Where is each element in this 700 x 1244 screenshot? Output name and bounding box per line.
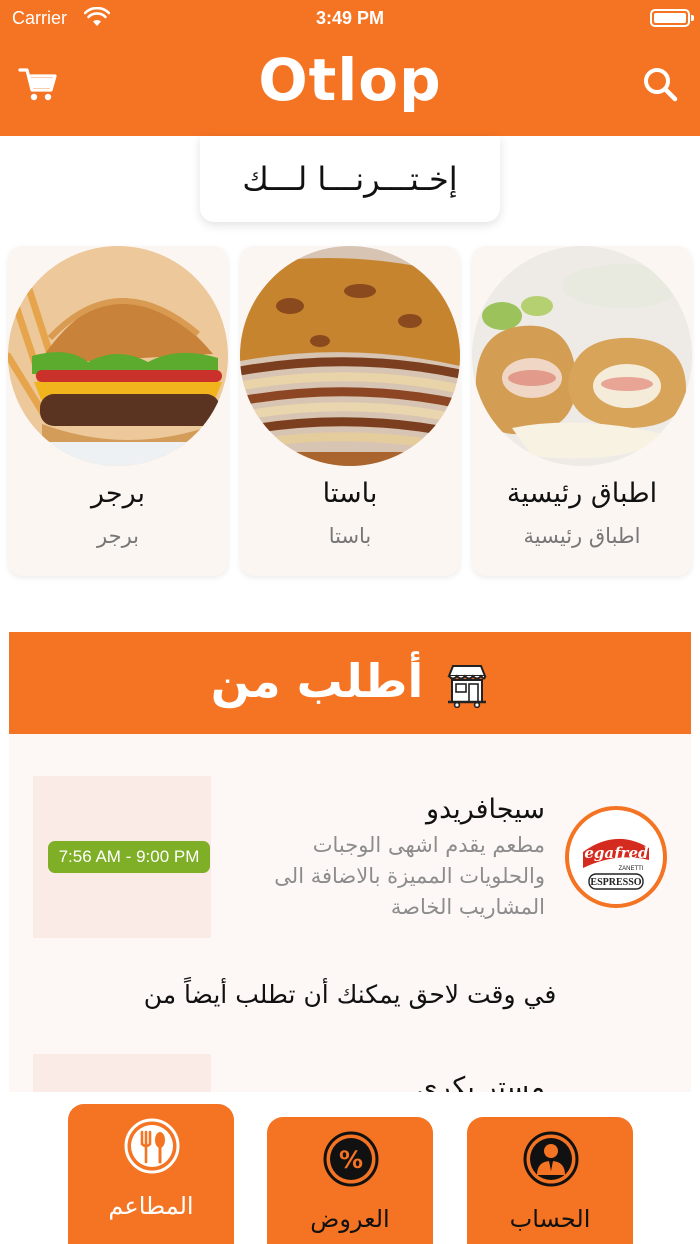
- category-subtitle: باستا: [328, 524, 372, 548]
- order-from-label: أطلب من: [210, 654, 424, 708]
- category-card-main-dishes[interactable]: اطباق رئيسية اطباق رئيسية: [472, 246, 692, 576]
- app-logo: Otlop: [258, 46, 442, 114]
- category-title: باستا: [322, 478, 378, 509]
- picked-for-you-heading: إخـتـــرنـــا لـــك: [200, 136, 500, 222]
- tab-restaurants[interactable]: المطاعم: [68, 1104, 234, 1244]
- store-icon: [447, 664, 487, 708]
- category-card-pasta[interactable]: باستا باستا: [240, 246, 460, 576]
- category-title: اطباق رئيسية: [506, 478, 658, 509]
- search-icon[interactable]: [640, 64, 680, 104]
- order-later-text: في وقت لاحق يمكنك أن تطلب أيضاً من: [143, 980, 557, 1009]
- status-bar: Carrier 3:49 PM: [0, 0, 700, 36]
- restaurant-thumbnail: [33, 1054, 211, 1092]
- restaurant-cutlery-icon: [124, 1118, 180, 1174]
- account-user-icon: [523, 1131, 579, 1187]
- restaurant-description: مطعم يقدم اشهى الوجبات والحلويات المميزة…: [274, 833, 545, 919]
- order-from-banner: أطلب من: [9, 632, 691, 734]
- tab-label: المطاعم: [108, 1192, 194, 1220]
- svg-text:%: %: [339, 1146, 363, 1174]
- restaurant-logo: Segafredo ZANETTI ESPRESSO: [565, 806, 667, 908]
- battery-icon: [650, 9, 694, 27]
- cordon-bleu-photo: [472, 246, 692, 466]
- order-from-title: أطلب من: [9, 654, 691, 708]
- status-time: 3:49 PM: [315, 8, 385, 28]
- category-title: برجر: [91, 478, 145, 509]
- app-header: Carrier 3:49 PM Otlop: [0, 0, 700, 136]
- tab-offers[interactable]: % العروض: [267, 1117, 433, 1244]
- logo-espresso: ESPRESSO: [590, 877, 641, 888]
- category-subtitle: اطباق رئيسية: [523, 524, 641, 548]
- logo-subtext: ZANETTI: [619, 866, 644, 872]
- lasagna-photo: [240, 246, 460, 466]
- restaurant-name: مستر بكري: [416, 1072, 545, 1092]
- restaurant-name: سيجافريدو: [426, 794, 545, 825]
- opening-hours-badge: 7:56 AM - 9:00 PM: [48, 841, 210, 873]
- logo-wordmark: Segafredo: [574, 844, 659, 862]
- category-card-burger[interactable]: برجر برجر: [8, 246, 228, 576]
- tab-account[interactable]: الحساب: [467, 1117, 633, 1244]
- percent-icon: %: [323, 1131, 379, 1187]
- burger-photo: [8, 246, 228, 466]
- tab-label: العروض: [310, 1205, 390, 1233]
- tab-label: الحساب: [509, 1205, 591, 1233]
- restaurant-list: 7:56 AM - 9:00 PM سيجافريدو مطعم يقدم اش…: [9, 734, 691, 1092]
- category-subtitle: برجر: [97, 524, 139, 548]
